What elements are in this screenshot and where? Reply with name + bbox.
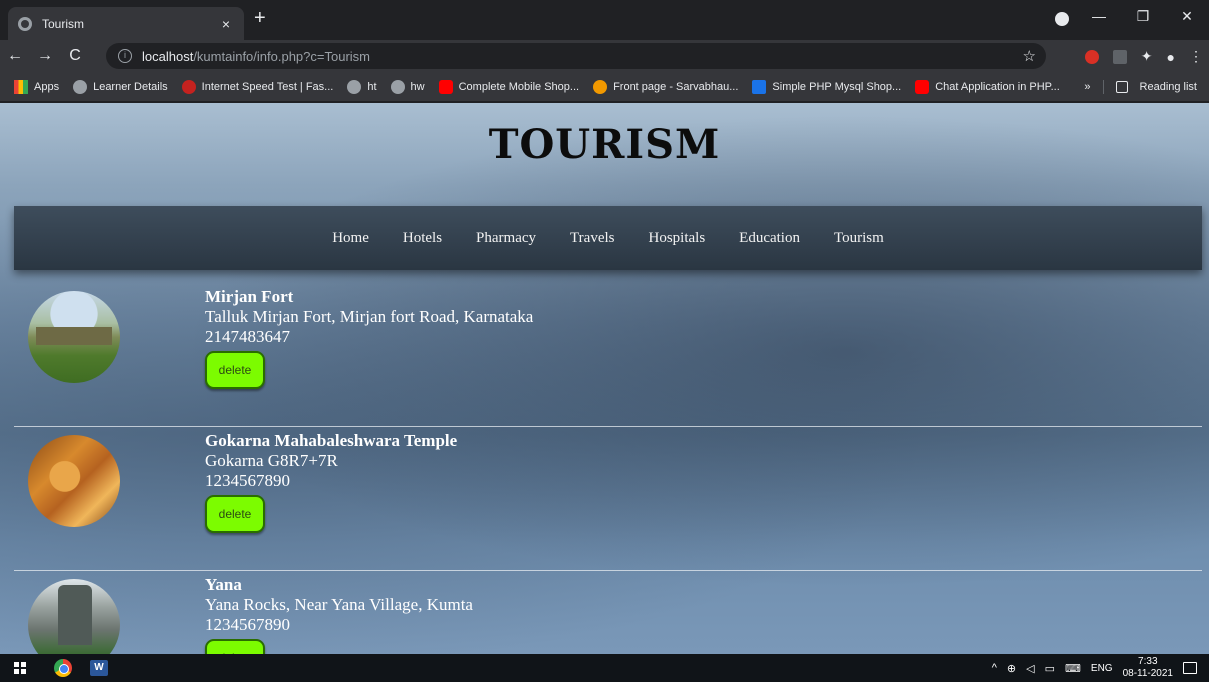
url-path: /kumtainfo/info.php?c=Tourism bbox=[193, 48, 370, 64]
maximize-button[interactable]: ❐ bbox=[1121, 8, 1165, 25]
place-info: Yana Yana Rocks, Near Yana Village, Kumt… bbox=[205, 575, 473, 654]
bookmark-learner-details[interactable]: Learner Details bbox=[73, 79, 168, 94]
delete-button[interactable]: delete bbox=[205, 495, 265, 533]
bookmark-speed-test[interactable]: Internet Speed Test | Fas... bbox=[181, 79, 333, 94]
profile-avatar-icon[interactable]: ● bbox=[1167, 49, 1175, 65]
battery-icon[interactable]: ▭ bbox=[1045, 662, 1055, 675]
place-address: Talluk Mirjan Fort, Mirjan fort Road, Ka… bbox=[205, 307, 534, 326]
delete-button[interactable]: delete bbox=[205, 639, 265, 654]
list-item: Mirjan Fort Talluk Mirjan Fort, Mirjan f… bbox=[14, 283, 1202, 427]
place-name: Gokarna Mahabaleshwara Temple bbox=[205, 431, 458, 450]
bookmark-front-page[interactable]: Front page - Sarvabhau... bbox=[593, 79, 738, 94]
reading-list-icon[interactable] bbox=[1115, 81, 1128, 93]
bookmarks-bar: Apps Learner Details Internet Speed Test… bbox=[0, 72, 1209, 102]
nav-home[interactable]: Home bbox=[332, 230, 369, 247]
close-window-button[interactable]: ✕ bbox=[1165, 8, 1209, 25]
network-icon[interactable]: ⊕ bbox=[1007, 662, 1016, 675]
clock-date: 08-11-2021 bbox=[1122, 668, 1173, 679]
place-phone: 1234567890 bbox=[205, 615, 290, 634]
minimize-button[interactable]: — bbox=[1077, 8, 1121, 24]
nav-education[interactable]: Education bbox=[739, 230, 800, 247]
browser-menu-icon[interactable]: ⋮ bbox=[1189, 48, 1203, 65]
tab-strip: Tourism × + — ❐ ✕ bbox=[0, 0, 1209, 40]
info-icon[interactable]: i bbox=[118, 49, 132, 63]
language-indicator[interactable]: ENG bbox=[1091, 663, 1113, 674]
delete-button[interactable]: delete bbox=[205, 351, 265, 389]
youtube-icon bbox=[915, 79, 930, 94]
youtube-icon bbox=[438, 79, 453, 94]
forward-button[interactable]: → bbox=[30, 47, 60, 65]
bookmark-chat-app[interactable]: Chat Application in PHP... bbox=[915, 79, 1060, 94]
window-controls: — ❐ ✕ bbox=[1077, 0, 1209, 32]
list-item: Yana Yana Rocks, Near Yana Village, Kumt… bbox=[14, 571, 1202, 654]
nav-tourism[interactable]: Tourism bbox=[834, 230, 884, 247]
new-tab-button[interactable]: + bbox=[254, 8, 266, 28]
place-photo bbox=[28, 435, 120, 527]
url-host: localhost bbox=[142, 48, 194, 64]
tray-caret-icon[interactable]: ^ bbox=[992, 662, 997, 674]
back-button[interactable]: ← bbox=[0, 47, 30, 65]
globe-icon bbox=[18, 16, 32, 31]
globe-icon bbox=[347, 79, 362, 94]
page-title: TOURISM bbox=[488, 121, 721, 168]
place-info: Mirjan Fort Talluk Mirjan Fort, Mirjan f… bbox=[205, 287, 533, 389]
nav-hotels[interactable]: Hotels bbox=[403, 230, 442, 247]
place-name: Mirjan Fort bbox=[205, 287, 294, 306]
word-taskbar-icon[interactable]: W bbox=[90, 660, 108, 676]
site-navbar: Home Hotels Pharmacy Travels Hospitals E… bbox=[14, 206, 1202, 270]
places-list: Mirjan Fort Talluk Mirjan Fort, Mirjan f… bbox=[14, 283, 1202, 654]
target-icon bbox=[593, 79, 608, 94]
clock[interactable]: 7:33 08-11-2021 bbox=[1123, 656, 1173, 680]
globe-icon bbox=[73, 79, 88, 94]
bookmark-mobile-shop[interactable]: Complete Mobile Shop... bbox=[438, 79, 579, 94]
browser-toolbar: ← → C i localhost /kumtainfo/info.php?c=… bbox=[0, 40, 1209, 72]
notifications-icon[interactable] bbox=[1183, 662, 1197, 674]
bookmark-star-icon[interactable]: ☆ bbox=[1023, 47, 1036, 65]
more-bookmarks-button[interactable]: » bbox=[1084, 81, 1090, 93]
place-photo bbox=[28, 291, 120, 383]
bookmark-ht[interactable]: ht bbox=[347, 79, 377, 94]
extensions-puzzle-icon[interactable]: ✦ bbox=[1141, 48, 1153, 65]
apps-icon bbox=[14, 79, 28, 94]
bookmark-php-shop[interactable]: Simple PHP Mysql Shop... bbox=[752, 79, 901, 94]
chrome-taskbar-icon[interactable] bbox=[54, 659, 72, 677]
list-item: Gokarna Mahabaleshwara Temple Gokarna G8… bbox=[14, 427, 1202, 571]
w-icon bbox=[752, 79, 767, 94]
volume-icon[interactable]: ◁ bbox=[1026, 662, 1034, 675]
place-info: Gokarna Mahabaleshwara Temple Gokarna G8… bbox=[205, 431, 457, 533]
place-address: Yana Rocks, Near Yana Village, Kumta bbox=[205, 595, 473, 614]
page-content: TOURISM Home Hotels Pharmacy Travels Hos… bbox=[0, 103, 1209, 654]
nav-travels[interactable]: Travels bbox=[570, 230, 614, 247]
bookmark-apps[interactable]: Apps bbox=[14, 79, 59, 94]
extension-icon[interactable] bbox=[1112, 49, 1127, 64]
place-address: Gokarna G8R7+7R bbox=[205, 451, 338, 470]
reload-button[interactable]: C bbox=[60, 47, 90, 65]
globe-icon bbox=[390, 79, 405, 94]
bookmarks-right: » Reading list bbox=[1084, 80, 1197, 94]
nav-pharmacy[interactable]: Pharmacy bbox=[476, 230, 536, 247]
windows-start-icon[interactable] bbox=[14, 662, 26, 674]
tab-close-icon[interactable]: × bbox=[218, 16, 234, 32]
bookmark-hw[interactable]: hw bbox=[390, 79, 425, 94]
reading-list-button[interactable]: Reading list bbox=[1140, 81, 1197, 93]
address-bar[interactable]: i localhost /kumtainfo/info.php?c=Touris… bbox=[106, 43, 1046, 69]
gauge-icon bbox=[181, 79, 196, 94]
place-photo bbox=[28, 579, 120, 654]
place-name: Yana bbox=[205, 575, 242, 594]
extension-record-icon[interactable] bbox=[1084, 49, 1099, 64]
system-tray: ^ ⊕ ◁ ▭ ⌨ ENG 7:33 08-11-2021 bbox=[992, 654, 1197, 682]
taskbar: W ^ ⊕ ◁ ▭ ⌨ ENG 7:33 08-11-2021 bbox=[0, 654, 1209, 682]
divider bbox=[1102, 80, 1104, 94]
place-phone: 2147483647 bbox=[205, 327, 290, 346]
extensions-area: ✦ ● ⋮ bbox=[1084, 48, 1203, 65]
place-phone: 1234567890 bbox=[205, 471, 290, 490]
profile-icon[interactable] bbox=[1055, 12, 1069, 26]
clock-time: 7:33 bbox=[1138, 656, 1158, 667]
keyboard-icon[interactable]: ⌨ bbox=[1065, 662, 1081, 675]
nav-hospitals[interactable]: Hospitals bbox=[648, 230, 705, 247]
tab-title: Tourism bbox=[42, 16, 85, 31]
browser-tab[interactable]: Tourism × bbox=[8, 7, 244, 40]
